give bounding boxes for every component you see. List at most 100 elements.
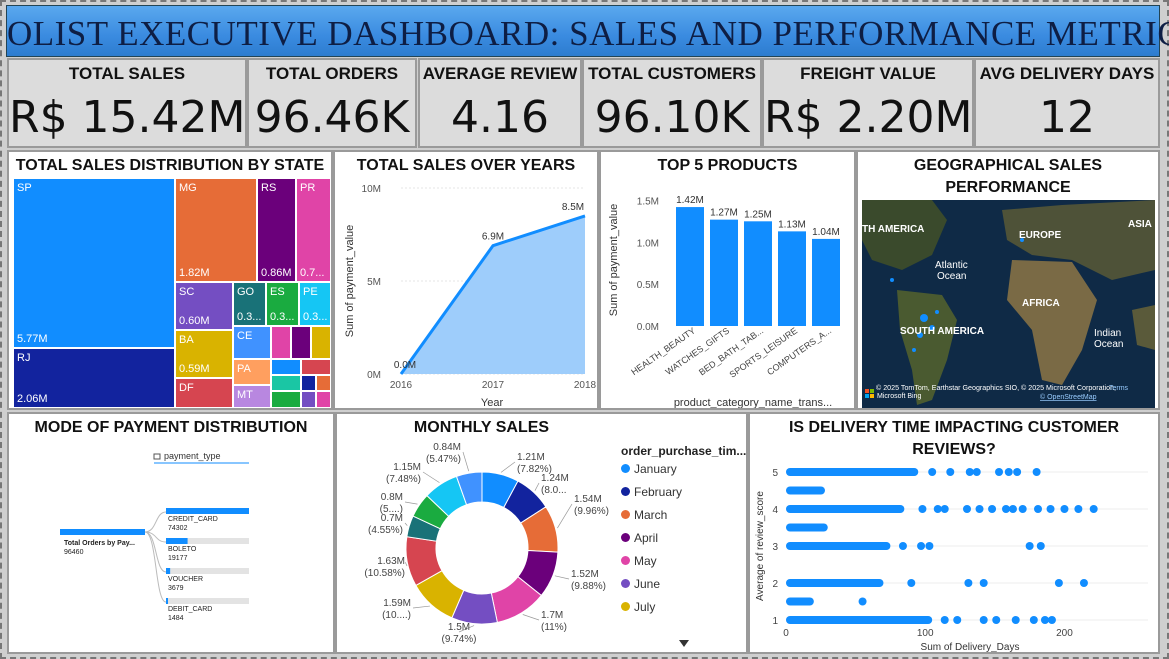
kpi-avg-delivery-days[interactable]: AVG DELIVERY DAYS 12 bbox=[974, 58, 1160, 148]
data-point[interactable] bbox=[1032, 468, 1041, 476]
node-bar[interactable] bbox=[166, 538, 188, 544]
point-cluster[interactable] bbox=[786, 579, 884, 587]
data-point[interactable] bbox=[1040, 616, 1049, 624]
root-bar[interactable] bbox=[60, 529, 145, 535]
data-point[interactable] bbox=[918, 505, 927, 513]
data-point[interactable] bbox=[979, 579, 988, 587]
treemap-cell-pe[interactable]: PE 0.3... bbox=[299, 282, 331, 326]
data-point[interactable] bbox=[979, 616, 988, 624]
data-point[interactable] bbox=[1079, 579, 1088, 587]
data-point[interactable] bbox=[1029, 616, 1038, 624]
data-point[interactable] bbox=[992, 616, 1001, 624]
data-point[interactable] bbox=[1036, 542, 1045, 550]
treemap-cell-rj[interactable]: RJ 2.06M bbox=[13, 348, 175, 408]
sales-bubble[interactable] bbox=[920, 314, 928, 322]
point-cluster[interactable] bbox=[786, 523, 828, 532]
treemap-cell-small[interactable] bbox=[271, 326, 291, 359]
map-terms-link[interactable]: Terms bbox=[1109, 385, 1129, 392]
node-bar[interactable] bbox=[166, 598, 168, 604]
sales-bubble[interactable] bbox=[935, 310, 939, 314]
legend-item[interactable]: January bbox=[621, 462, 682, 485]
point-cluster[interactable] bbox=[786, 597, 814, 606]
node-bar[interactable] bbox=[166, 568, 171, 574]
data-point[interactable] bbox=[928, 468, 937, 476]
data-point[interactable] bbox=[933, 505, 942, 513]
payment-panel[interactable]: MODE OF PAYMENT DISTRIBUTION payment_typ… bbox=[7, 412, 335, 654]
data-point[interactable] bbox=[1089, 505, 1098, 513]
data-point[interactable] bbox=[1047, 616, 1056, 624]
bar[interactable] bbox=[676, 207, 704, 326]
donut-chart[interactable]: 1.21M (7.82%)1.24M (8.0...1.54M (9.96%) 1.52… bbox=[337, 440, 617, 654]
legend-item[interactable]: July bbox=[621, 600, 682, 623]
treemap-cell-small[interactable] bbox=[316, 375, 331, 391]
legend-item[interactable]: June bbox=[621, 577, 682, 600]
data-point[interactable] bbox=[1074, 505, 1083, 513]
treemap-cell-sp[interactable]: SP 5.77M bbox=[13, 178, 175, 348]
line-chart[interactable]: 0M 5M 10M 0.0M 2016 6.9M 2017 8.5M 2018 Year Sum o… bbox=[335, 178, 597, 410]
point-cluster[interactable] bbox=[786, 505, 905, 513]
bar[interactable] bbox=[812, 238, 840, 326]
bar-chart-panel[interactable]: TOP 5 PRODUCTS 0.0M 0.5M 1.0M 1.5M 1.42M HEAL… bbox=[599, 150, 856, 410]
scatter-panel[interactable]: IS DELIVERY TIME IMPACTING CUSTOMER REVI… bbox=[748, 412, 1160, 654]
legend-item[interactable]: March bbox=[621, 508, 682, 531]
data-point[interactable] bbox=[1001, 505, 1010, 513]
triangle-down-icon[interactable] bbox=[679, 640, 689, 648]
node-bar[interactable] bbox=[166, 508, 249, 514]
treemap-cell-es[interactable]: ES 0.3... bbox=[266, 282, 299, 326]
data-point[interactable] bbox=[1025, 542, 1034, 550]
bar[interactable] bbox=[710, 219, 738, 326]
treemap-cell-sc[interactable]: SC 0.60M bbox=[175, 282, 233, 330]
data-point[interactable] bbox=[925, 542, 934, 550]
data-point[interactable] bbox=[1034, 505, 1043, 513]
data-point[interactable] bbox=[940, 505, 949, 513]
data-point[interactable] bbox=[963, 505, 971, 513]
world-map[interactable]: TH AMERICA EUROPE ASIA Atlantic Ocean AF… bbox=[862, 200, 1155, 408]
point-cluster[interactable] bbox=[786, 486, 825, 495]
data-point[interactable] bbox=[1008, 505, 1017, 513]
scatter-chart[interactable]: 1 2 3 4 5 0 100 200 Sum of Delivery_Days Average … bbox=[750, 460, 1158, 652]
donut-legend[interactable]: January February March April May June July bbox=[621, 462, 682, 623]
data-point[interactable] bbox=[946, 468, 955, 476]
treemap-cell-pr[interactable]: PR 0.7... bbox=[296, 178, 331, 282]
line-chart-panel[interactable]: TOTAL SALES OVER YEARS 0M 5M 10M 0.0M 2016 6.… bbox=[333, 150, 599, 410]
kpi-total-orders[interactable]: TOTAL ORDERS 96.46K bbox=[247, 58, 417, 148]
treemap-cell-mg[interactable]: MG 1.82M bbox=[175, 178, 257, 282]
decomposition-tree[interactable]: payment_type Total Orders by Pay... 9646… bbox=[9, 440, 333, 654]
treemap-cell-mt[interactable]: MT bbox=[233, 385, 271, 408]
data-point[interactable] bbox=[964, 579, 973, 587]
treemap-cell-small[interactable] bbox=[311, 326, 331, 359]
sales-bubble[interactable] bbox=[890, 278, 894, 282]
data-point[interactable] bbox=[1013, 468, 1022, 476]
treemap-cell-pa[interactable]: PA bbox=[233, 359, 271, 385]
kpi-total-sales[interactable]: TOTAL SALES R$ 15.42M bbox=[7, 58, 247, 148]
data-point[interactable] bbox=[995, 468, 1004, 476]
data-point[interactable] bbox=[975, 505, 984, 513]
kpi-average-review[interactable]: AVERAGE REVIEW 4.16 bbox=[418, 58, 582, 148]
treemap-cell-small[interactable] bbox=[301, 359, 331, 375]
data-point[interactable] bbox=[953, 616, 962, 624]
data-point[interactable] bbox=[907, 579, 916, 587]
treemap-cell-df[interactable]: DF bbox=[175, 378, 233, 408]
data-point[interactable] bbox=[1060, 505, 1069, 513]
data-point[interactable] bbox=[1018, 505, 1027, 513]
legend-item[interactable]: February bbox=[621, 485, 682, 508]
donut-panel[interactable]: MONTHLY SALES 1.21M (7.82%) 1.24M (8.0... 1.… bbox=[335, 412, 748, 654]
treemap-cell-small[interactable] bbox=[301, 375, 316, 391]
legend-item[interactable]: May bbox=[621, 554, 682, 577]
data-point[interactable] bbox=[858, 597, 867, 606]
data-point[interactable] bbox=[917, 542, 926, 550]
data-point[interactable] bbox=[1011, 616, 1020, 624]
map-panel[interactable]: GEOGRAPHICAL SALES PERFORMANCE TH AMERIC… bbox=[856, 150, 1160, 410]
data-point[interactable] bbox=[965, 468, 974, 476]
data-point[interactable] bbox=[1004, 468, 1013, 476]
treemap-cell-go[interactable]: GO 0.3... bbox=[233, 282, 266, 326]
kpi-total-customers[interactable]: TOTAL CUSTOMERS 96.10K bbox=[582, 58, 762, 148]
treemap-cell-ce[interactable]: CE bbox=[233, 326, 271, 359]
data-point[interactable] bbox=[988, 505, 997, 513]
treemap-cell-small[interactable] bbox=[316, 391, 331, 408]
treemap-cell-small[interactable] bbox=[271, 375, 301, 391]
legend-item[interactable]: April bbox=[621, 531, 682, 554]
data-point[interactable] bbox=[1046, 505, 1055, 513]
data-point[interactable] bbox=[940, 616, 949, 624]
treemap-cell-small[interactable] bbox=[301, 391, 316, 408]
